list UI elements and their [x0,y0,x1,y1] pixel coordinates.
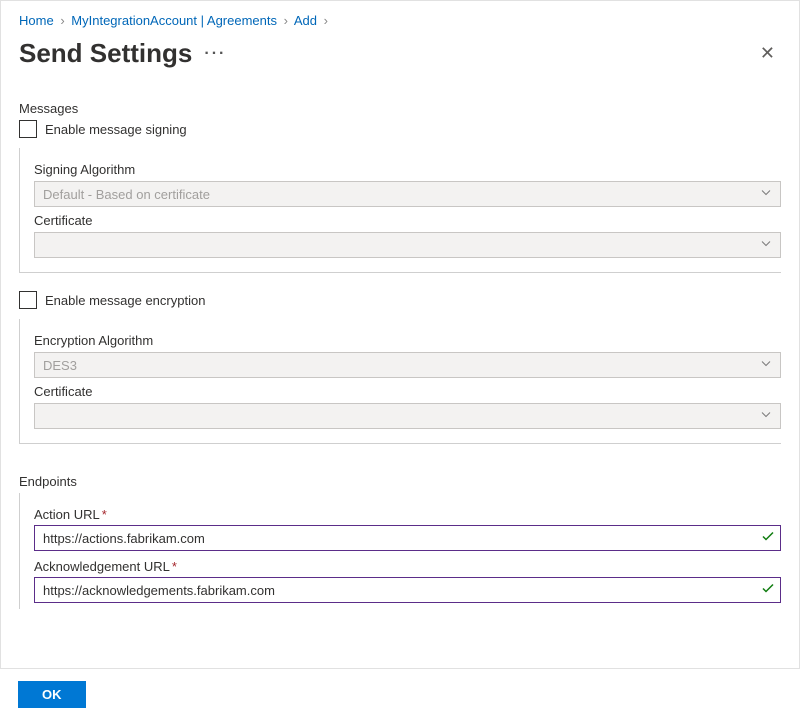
enable-encryption-checkbox[interactable] [19,291,37,309]
encryption-fieldset: Encryption Algorithm DES3 Certificate [19,319,781,444]
signing-algorithm-label: Signing Algorithm [34,162,781,177]
breadcrumb-home[interactable]: Home [19,13,54,28]
breadcrumb: Home › MyIntegrationAccount | Agreements… [19,11,781,32]
signing-algorithm-select: Default - Based on certificate [34,181,781,207]
chevron-right-icon: › [281,13,291,28]
check-icon [761,582,775,599]
chevron-down-icon [760,358,772,373]
signing-fieldset: Signing Algorithm Default - Based on cer… [19,148,781,273]
encryption-algorithm-label: Encryption Algorithm [34,333,781,348]
encryption-algorithm-value: DES3 [43,358,77,373]
required-icon: * [102,507,107,522]
ack-url-label: Acknowledgement URL [34,559,170,574]
action-url-label: Action URL [34,507,100,522]
enable-signing-checkbox[interactable] [19,120,37,138]
check-icon [761,530,775,547]
encryption-algorithm-select: DES3 [34,352,781,378]
ok-button[interactable]: OK [18,681,86,708]
endpoints-section-label: Endpoints [19,474,781,489]
close-icon[interactable]: ✕ [754,42,781,65]
page-title: Send Settings [19,38,192,69]
breadcrumb-add[interactable]: Add [294,13,317,28]
encryption-certificate-select [34,403,781,429]
chevron-down-icon [760,409,772,424]
enable-signing-label: Enable message signing [45,122,187,137]
ack-url-input[interactable] [34,577,781,603]
messages-section-label: Messages [19,101,781,116]
breadcrumb-account[interactable]: MyIntegrationAccount | Agreements [71,13,277,28]
chevron-down-icon [760,238,772,253]
chevron-right-icon: › [57,13,67,28]
chevron-right-icon: › [321,13,331,28]
signing-certificate-select [34,232,781,258]
chevron-down-icon [760,187,772,202]
encryption-certificate-label: Certificate [34,384,781,399]
required-icon: * [172,559,177,574]
action-url-input[interactable] [34,525,781,551]
more-icon[interactable]: ··· [204,45,226,63]
signing-algorithm-value: Default - Based on certificate [43,187,210,202]
signing-certificate-label: Certificate [34,213,781,228]
enable-encryption-label: Enable message encryption [45,293,205,308]
